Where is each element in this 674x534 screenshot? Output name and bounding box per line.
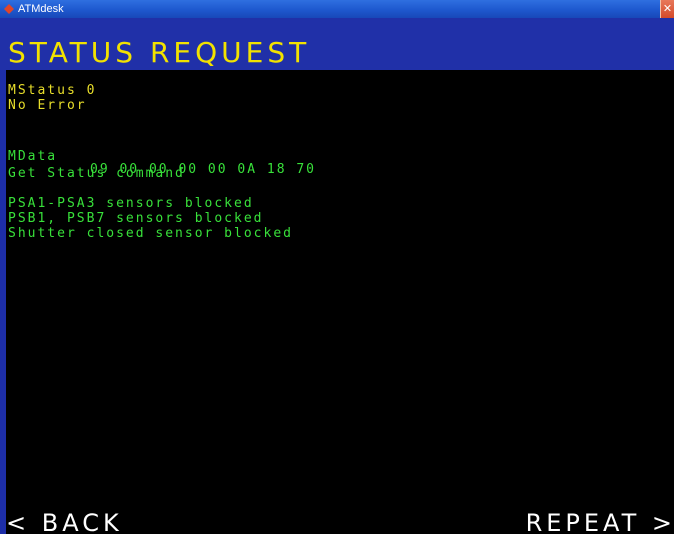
app-diamond-icon	[4, 4, 14, 14]
close-icon: ✕	[662, 2, 673, 15]
mstatus-text: MStatus 0	[8, 83, 97, 98]
header-bar: STATUS REQUEST	[0, 18, 674, 70]
atmdesk-window: ATMdesk ✕ STATUS REQUEST MStatus 0 No Er…	[0, 0, 674, 534]
mdata-row: MData 09 00 00 00 00 0A 18 70	[8, 137, 408, 176]
mdata-label: MData	[8, 149, 58, 164]
close-button[interactable]: ✕	[660, 0, 674, 18]
error-text: No Error	[8, 98, 87, 113]
command-text: Get Status command	[8, 166, 185, 181]
status-content: MStatus 0 No Error MData 09 00 00 00 00 …	[8, 84, 314, 240]
repeat-button[interactable]: REPEAT >	[526, 508, 674, 534]
message-line: PSB1, PSB7 sensors blocked	[8, 211, 264, 226]
back-button[interactable]: < BACK	[6, 508, 123, 534]
message-line: PSA1-PSA3 sensors blocked	[8, 196, 254, 211]
message-line: Shutter closed sensor blocked	[8, 226, 293, 241]
title-bar: ATMdesk ✕	[0, 0, 674, 18]
left-border	[0, 70, 6, 534]
window-title: ATMdesk	[18, 3, 64, 15]
page-title: STATUS REQUEST	[8, 36, 311, 69]
